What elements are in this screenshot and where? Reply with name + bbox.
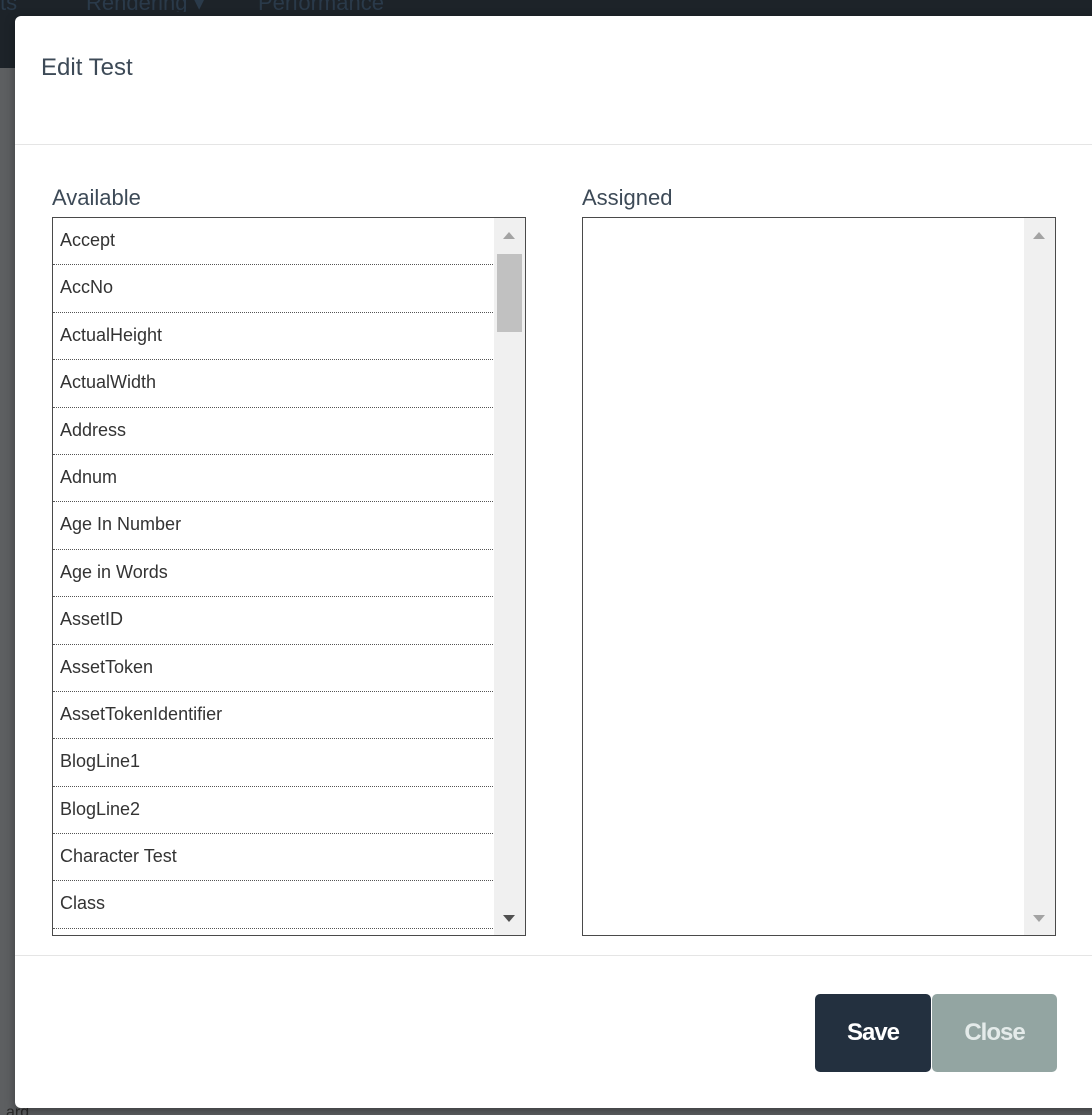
background-nav-item-performance: Performance <box>258 0 384 12</box>
available-list-item[interactable]: ActualHeight <box>53 313 493 361</box>
edit-test-modal: Edit Test Available Accept AccNo ActualHei… <box>15 16 1092 1108</box>
scroll-thumb[interactable] <box>497 254 522 332</box>
available-list-item[interactable]: Age In Number <box>53 502 493 550</box>
scroll-down-arrow-icon[interactable] <box>503 915 515 922</box>
assigned-scrollbar[interactable] <box>1024 218 1055 935</box>
available-list-item[interactable]: Class <box>53 881 493 929</box>
available-list-item[interactable]: AssetID <box>53 597 493 645</box>
modal-body: Available Accept AccNo ActualHeight ActualW… <box>15 145 1092 955</box>
available-scrollbar[interactable] <box>494 218 525 935</box>
save-button[interactable]: Save <box>815 994 931 1072</box>
available-list-item[interactable]: BlogLine2 <box>53 787 493 835</box>
available-list-item[interactable]: Adnum <box>53 455 493 503</box>
available-list-item[interactable]: Accept <box>53 218 493 266</box>
modal-header: Edit Test <box>15 16 1092 145</box>
close-button[interactable]: Close <box>932 994 1057 1072</box>
scroll-up-arrow-icon[interactable] <box>503 232 515 239</box>
available-label: Available <box>52 185 141 210</box>
scroll-up-arrow-icon[interactable] <box>1033 232 1045 239</box>
available-list-item[interactable]: Address <box>53 408 493 455</box>
available-list-item[interactable]: AssetTokenIdentifier <box>53 692 493 740</box>
assigned-listbox[interactable] <box>582 217 1056 936</box>
available-list-item[interactable]: BlogLine1 <box>53 739 493 787</box>
available-list-item[interactable]: Age in Words <box>53 550 493 598</box>
available-listbox[interactable]: Accept AccNo ActualHeight ActualWidth Addres… <box>52 217 526 936</box>
scroll-down-arrow-icon[interactable] <box>1033 915 1045 922</box>
available-list-item[interactable]: AccNo <box>53 265 493 313</box>
assigned-label: Assigned <box>582 185 673 210</box>
modal-title: Edit Test <box>41 54 133 81</box>
available-list-items: Accept AccNo ActualHeight ActualWidth Addres… <box>53 218 493 929</box>
available-list-item[interactable]: ActualWidth <box>53 360 493 408</box>
background-nav-item-rendering: Rendering ▾ <box>86 0 205 12</box>
available-list-item[interactable]: AssetToken <box>53 645 493 692</box>
background-nav-item: ts <box>0 0 17 12</box>
available-list-item[interactable]: Character Test <box>53 834 493 882</box>
modal-footer: Save Close <box>15 955 1092 1109</box>
